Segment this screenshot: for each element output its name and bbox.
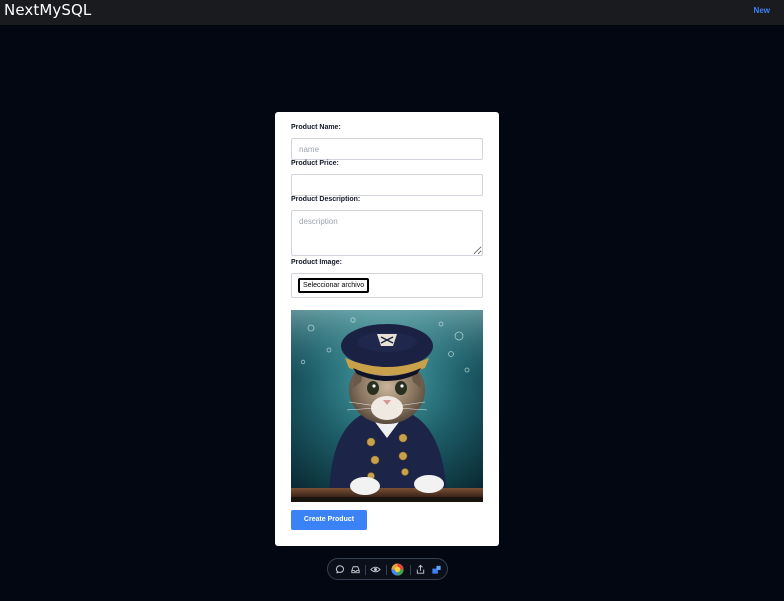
- toolbar-separator: [386, 565, 387, 575]
- product-name-input[interactable]: [291, 138, 483, 160]
- product-price-label: Product Price:: [291, 160, 339, 167]
- new-link[interactable]: New: [754, 6, 770, 15]
- product-price-input[interactable]: [291, 174, 483, 196]
- eye-icon[interactable]: [370, 564, 381, 575]
- file-input[interactable]: Seleccionar archivo: [291, 273, 483, 298]
- product-description-textarea[interactable]: [291, 210, 483, 256]
- dev-toolbar: [327, 558, 448, 580]
- create-product-button[interactable]: Create Product: [291, 510, 367, 530]
- extension-icon[interactable]: [431, 564, 442, 575]
- choose-file-button[interactable]: Seleccionar archivo: [298, 278, 370, 293]
- product-image-preview: [291, 310, 483, 502]
- toolbar-separator: [365, 565, 366, 575]
- brand-logo[interactable]: NextMySQL: [4, 1, 91, 19]
- toolbar-separator: [410, 565, 411, 575]
- chat-icon[interactable]: [335, 564, 346, 575]
- navbar: NextMySQL New: [0, 0, 784, 25]
- share-icon[interactable]: [415, 564, 426, 575]
- color-wheel-icon[interactable]: [391, 563, 404, 576]
- product-image-label: Product Image:: [291, 259, 342, 266]
- inbox-icon[interactable]: [350, 564, 361, 575]
- product-description-label: Product Description:: [291, 196, 361, 203]
- captain-cat-image: [291, 310, 483, 502]
- product-form-card: Product Name: Product Price: Product Des…: [275, 112, 499, 546]
- product-name-label: Product Name:: [291, 124, 341, 131]
